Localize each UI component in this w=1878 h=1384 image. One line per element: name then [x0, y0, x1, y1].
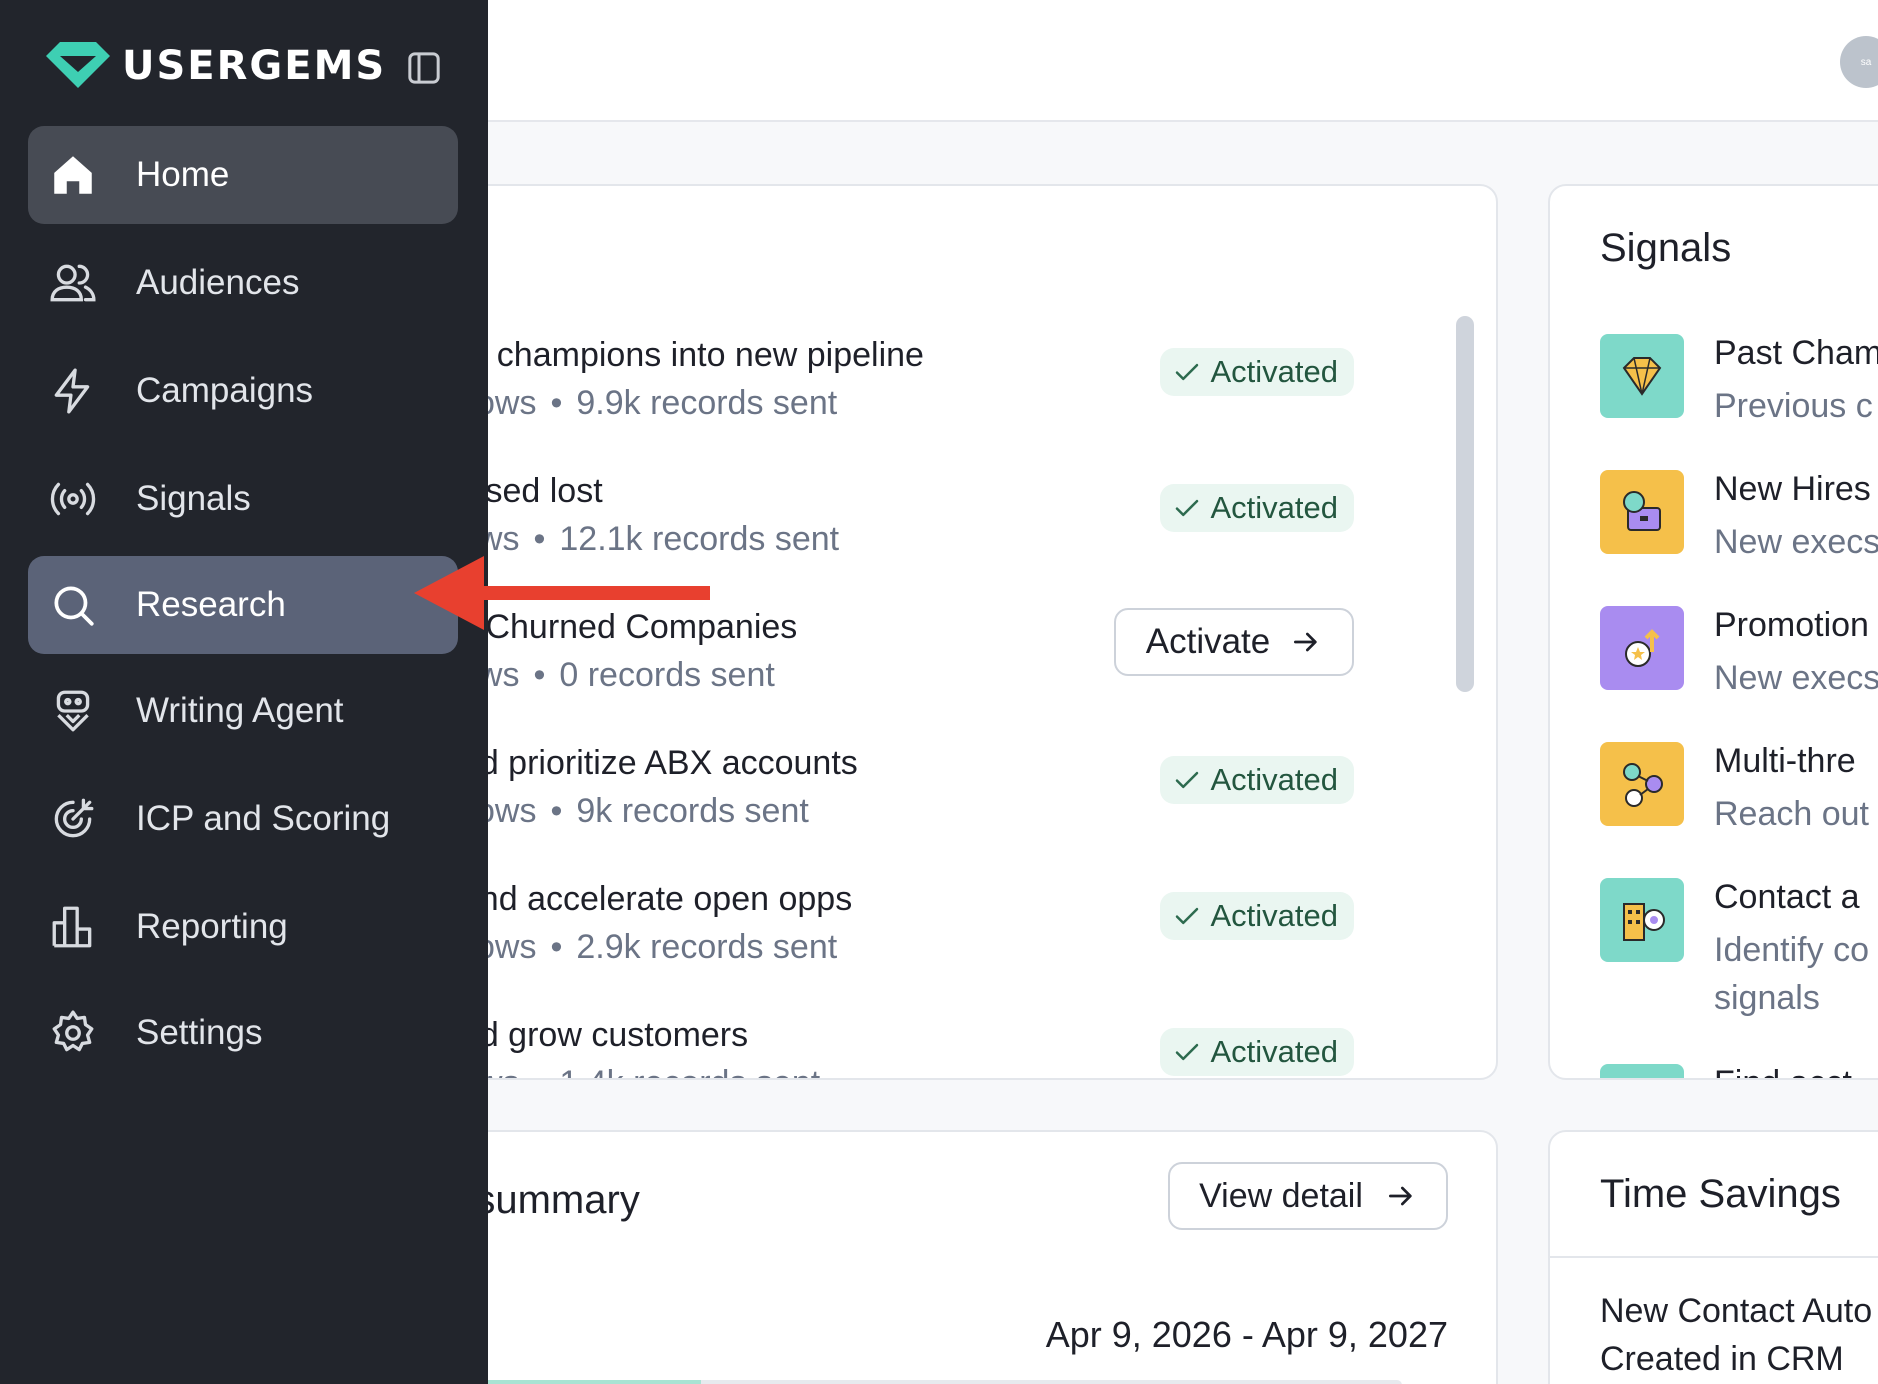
- playbook-meta: flows•1.4k records sent: [442, 1064, 820, 1078]
- broadcast-icon: [50, 482, 96, 516]
- annotation-arrow: [414, 556, 710, 630]
- sidebar-item-icp-scoring[interactable]: ICP and Scoring: [28, 770, 458, 868]
- arrow-right-icon: [1294, 632, 1317, 652]
- badge-icon: [1600, 606, 1684, 690]
- divider: [1550, 1256, 1878, 1258]
- sidebar-item-research[interactable]: Research: [28, 556, 458, 654]
- sidebar-item-audiences[interactable]: Audiences: [28, 234, 458, 332]
- playbooks-card: ast champions into new pipeline kflows • 9…: [440, 184, 1498, 1080]
- playbook-row[interactable]: t and accelerate open opps kflows • 2.9k r…: [442, 880, 1442, 990]
- playbook-title: t and accelerate open opps: [442, 880, 853, 918]
- user-avatar[interactable]: sa: [1840, 36, 1878, 88]
- activate-button[interactable]: Activate: [1114, 608, 1354, 676]
- sidebar-item-label: Settings: [136, 1013, 263, 1052]
- sidebar-item-reporting[interactable]: Reporting: [28, 878, 458, 976]
- view-detail-button[interactable]: View detail: [1168, 1162, 1448, 1230]
- sidebar-item-label: Signals: [136, 479, 251, 518]
- playbook-meta: kflows • 9.9k records sent: [442, 384, 838, 422]
- time-savings-card: Time Savings New Contact Auto Created in…: [1548, 1130, 1878, 1384]
- sidebar-item-label: Audiences: [136, 263, 300, 302]
- date-range: Apr 9, 2026 - Apr 9, 2027: [1045, 1314, 1448, 1355]
- playbook-row[interactable]: and prioritize ABX accounts kflows • 9k re…: [442, 744, 1442, 854]
- status-badge: Activated: [1160, 1028, 1354, 1076]
- time-savings-line: Created in CRM: [1600, 1340, 1844, 1378]
- status-badge: Activated: [1160, 892, 1354, 940]
- arrow-right-icon: [1388, 1186, 1412, 1206]
- time-savings-line: New Contact Auto: [1600, 1292, 1873, 1330]
- sidebar-item-label: Writing Agent: [136, 691, 344, 730]
- partial-icon: [1600, 1064, 1684, 1078]
- playbook-meta: flows•0 records sent: [442, 656, 775, 694]
- playbook-title: ast champions into new pipeline: [442, 336, 924, 374]
- sidebar-item-label: Reporting: [136, 907, 288, 946]
- playbook-row[interactable]: and grow customers flows•1.4k records se…: [442, 1016, 1442, 1078]
- status-badge: Activated: [1160, 348, 1354, 396]
- target-icon: [54, 798, 94, 838]
- signals-title: Signals: [1600, 226, 1732, 270]
- building-icon: [1600, 878, 1684, 962]
- logo[interactable]: USERGEMS: [46, 42, 386, 90]
- playbook-meta: kflows • 9k records sent: [442, 792, 809, 830]
- playbook-title: and prioritize ABX accounts: [442, 744, 858, 782]
- signals-card: Signals Past Cham Previous c New Hires N…: [1548, 184, 1878, 1080]
- lightning-icon: [54, 368, 90, 414]
- check-icon: [1176, 499, 1199, 517]
- status-badge: Activated: [1160, 484, 1354, 532]
- sidebar-item-campaigns[interactable]: Campaigns: [28, 342, 458, 440]
- summary-progress: [442, 1380, 1402, 1384]
- playbook-meta: flows•12.1k records sent: [442, 520, 840, 558]
- bar-chart-icon: [52, 906, 92, 948]
- check-icon: [1176, 907, 1199, 925]
- sidebar-item-label: Campaigns: [136, 371, 314, 410]
- sidebar-item-label: ICP and Scoring: [136, 799, 391, 838]
- sidebar-item-label: Research: [136, 585, 286, 624]
- home-icon: [54, 156, 92, 194]
- network-icon: [1600, 742, 1684, 826]
- sidebar-item-home[interactable]: Home: [28, 126, 458, 224]
- status-badge: Activated: [1160, 756, 1354, 804]
- search-icon: [54, 586, 94, 626]
- scrollbar[interactable]: [1456, 316, 1474, 692]
- sidebar-item-label: Home: [136, 155, 230, 194]
- summary-card: e summary View detail Apr 9, 2026 - Apr …: [440, 1130, 1498, 1384]
- playbook-meta: kflows • 2.9k records sent: [442, 928, 838, 966]
- check-icon: [1176, 1043, 1199, 1061]
- check-icon: [1176, 363, 1199, 381]
- robot-icon: [56, 690, 90, 732]
- sidebar-collapse-icon[interactable]: [404, 48, 444, 88]
- gear-icon: [52, 1010, 94, 1052]
- users-icon: [50, 264, 96, 302]
- gem-icon: [1600, 334, 1684, 418]
- brand-name: USERGEMS: [122, 43, 387, 89]
- sidebar-item-signals[interactable]: Signals: [28, 450, 458, 548]
- sidebar-item-settings[interactable]: Settings: [28, 984, 458, 1082]
- sidebar: USERGEMS Home Audiences Campaigns Signal…: [0, 0, 488, 1384]
- sidebar-item-writing-agent[interactable]: Writing Agent: [28, 662, 458, 760]
- time-savings-title: Time Savings: [1600, 1172, 1841, 1216]
- briefcase-icon: [1600, 470, 1684, 554]
- gem-logo-icon: [46, 42, 110, 88]
- playbook-row[interactable]: ast champions into new pipeline kflows • 9…: [442, 336, 1442, 446]
- check-icon: [1176, 771, 1199, 789]
